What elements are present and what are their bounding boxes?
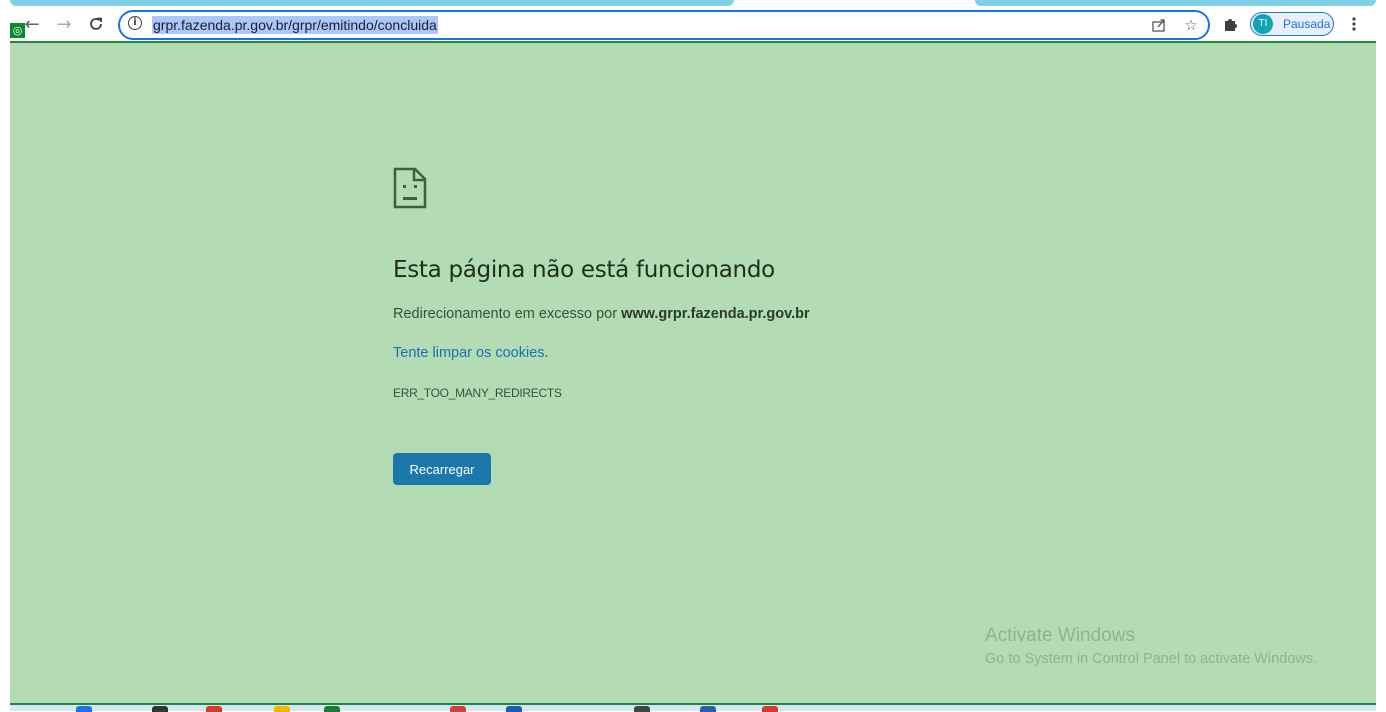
reload-icon bbox=[90, 17, 102, 30]
taskbar-app-icon[interactable] bbox=[506, 706, 522, 712]
reload-page-button[interactable]: Recarregar bbox=[393, 453, 491, 485]
url-text[interactable]: grpr.fazenda.pr.gov.br/grpr/emitindo/con… bbox=[152, 16, 438, 34]
menu-button[interactable] bbox=[1340, 10, 1368, 38]
taskbar-app-icon[interactable] bbox=[152, 706, 168, 712]
suggestion-suffix: . bbox=[544, 345, 549, 361]
profile-button[interactable]: TI Pausada bbox=[1250, 12, 1334, 36]
taskbar-app-icon[interactable] bbox=[634, 706, 650, 712]
taskbar-app-icon[interactable] bbox=[324, 706, 340, 712]
watermark-title: Activate Windows bbox=[985, 625, 1135, 646]
window-edge bbox=[1376, 41, 1386, 711]
taskbar-app-icon[interactable] bbox=[76, 706, 92, 712]
error-title: Esta página não está funcionando bbox=[393, 257, 775, 283]
share-icon[interactable] bbox=[1148, 14, 1170, 36]
error-description: Redirecionamento em excesso por www.grpr… bbox=[393, 306, 810, 322]
sad-page-icon bbox=[393, 167, 427, 209]
suggestion-line: Tente limpar os cookies. bbox=[393, 345, 549, 361]
arrow-right-icon: → bbox=[56, 13, 72, 35]
browser-toolbar: ← → i grpr.fazenda.pr.gov.br/grpr/emitin… bbox=[0, 8, 1386, 42]
activation-watermark: Activate Windows Go to System in Control… bbox=[985, 625, 1317, 667]
taskbar-app-icon[interactable] bbox=[206, 706, 222, 712]
tab-right[interactable] bbox=[975, 0, 1376, 6]
taskbar bbox=[10, 703, 1376, 712]
error-description-text: Redirecionamento em excesso por bbox=[393, 306, 622, 322]
arrow-left-icon: ← bbox=[24, 13, 40, 35]
tab-left[interactable] bbox=[10, 0, 734, 6]
kebab-menu-icon bbox=[1352, 17, 1356, 31]
star-icon[interactable]: ☆ bbox=[1180, 14, 1202, 36]
avatar: TI bbox=[1253, 14, 1273, 34]
page-content: Esta página não está funcionando Redirec… bbox=[10, 41, 1376, 705]
error-host: www.grpr.fazenda.pr.gov.br bbox=[621, 306, 810, 322]
taskbar-app-icon[interactable] bbox=[700, 706, 716, 712]
puzzle-icon bbox=[1225, 19, 1237, 31]
taskbar-app-icon[interactable] bbox=[450, 706, 466, 712]
error-code: ERR_TOO_MANY_REDIRECTS bbox=[393, 386, 562, 400]
forward-button[interactable]: → bbox=[50, 10, 78, 38]
clear-cookies-link[interactable]: Tente limpar os cookies bbox=[393, 345, 545, 361]
taskbar-app-icon[interactable] bbox=[762, 706, 778, 712]
tab-strip bbox=[0, 0, 1386, 8]
taskbar-app-icon[interactable] bbox=[274, 706, 290, 712]
overlay-target-icon: ◎ bbox=[10, 23, 25, 38]
watermark-subtitle: Go to System in Control Panel to activat… bbox=[985, 651, 1318, 667]
reload-button[interactable] bbox=[82, 10, 110, 38]
info-icon[interactable]: i bbox=[128, 16, 142, 30]
profile-status: Pausada bbox=[1283, 17, 1331, 31]
extensions-button[interactable] bbox=[1217, 10, 1245, 38]
address-bar[interactable]: i grpr.fazenda.pr.gov.br/grpr/emitindo/c… bbox=[118, 10, 1210, 40]
